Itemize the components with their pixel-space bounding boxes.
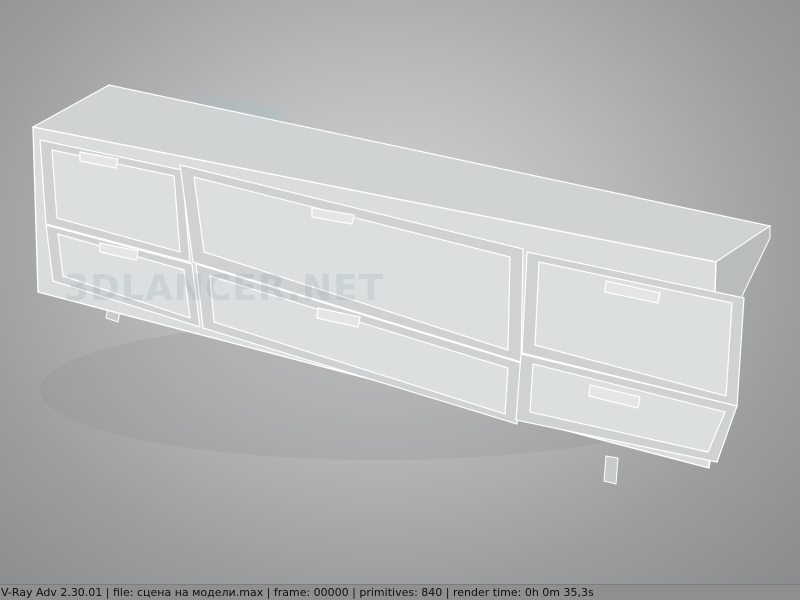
leg-right xyxy=(603,455,619,485)
render-status-text: V-Ray Adv 2.30.01 | file: сцена на модел… xyxy=(1,586,594,599)
rendered-sideboard-scene: 3D xyxy=(31,84,772,485)
render-status-bar: V-Ray Adv 2.30.01 | file: сцена на модел… xyxy=(0,584,800,600)
render-viewport: 3D xyxy=(0,0,800,584)
